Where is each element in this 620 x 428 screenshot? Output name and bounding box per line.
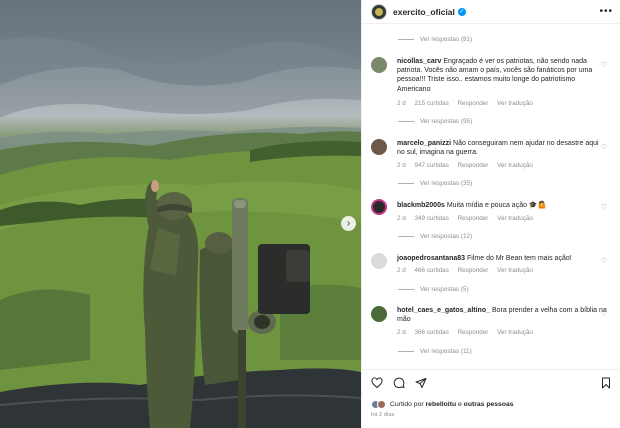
replies-divider	[398, 183, 414, 184]
reply-button[interactable]: Responder	[458, 162, 489, 169]
reply-button[interactable]: Responder	[458, 329, 489, 336]
comment-meta: 2 d 349 curtidas Responder Ver tradução	[397, 215, 540, 222]
comment-username[interactable]: hotel_caes_e_gatos_altino_	[397, 307, 490, 314]
emblem-icon	[375, 7, 383, 16]
liked-by-text: Curtido por rebelloitu e outras pessoas	[390, 401, 514, 408]
reply-button[interactable]: Responder	[458, 215, 489, 222]
replies-divider	[398, 236, 414, 237]
comment-bubble-icon[interactable]	[393, 377, 405, 389]
comment-likes[interactable]: 947 curtidas	[415, 162, 449, 169]
liker-avatar	[377, 400, 386, 409]
replies-divider	[398, 351, 414, 352]
view-replies-button[interactable]: Ver respostas (11)	[398, 348, 472, 355]
liked-by-others[interactable]: outras pessoas	[464, 401, 514, 408]
reply-button[interactable]: Responder	[458, 267, 489, 274]
comment-likes[interactable]: 466 curtidas	[415, 267, 449, 274]
post-media[interactable]: ›	[0, 0, 361, 428]
post-actions-bar: Curtido por rebelloitu e outras pessoas …	[362, 369, 620, 428]
comment-meta: 2 d 947 curtidas Responder Ver tradução	[397, 162, 540, 169]
comment-avatar[interactable]	[371, 139, 387, 155]
comment-text-block: nicollas_carv Engraçado é ver os patriot…	[397, 57, 607, 94]
like-heart-icon[interactable]	[371, 377, 383, 389]
comment-text: Muita mídia e pouca ação 🎓🤷	[446, 202, 547, 209]
liked-by-summary[interactable]: Curtido por rebelloitu e outras pessoas	[371, 400, 514, 409]
comments-list[interactable]: Ver respostas (81) nicollas_carv Engraça…	[362, 25, 620, 368]
view-replies-label: Ver respostas (12)	[420, 233, 473, 240]
share-send-icon[interactable]	[415, 377, 427, 389]
translate-button[interactable]: Ver tradução	[497, 100, 533, 107]
view-replies-label: Ver respostas (11)	[420, 348, 472, 355]
view-replies-label: Ver respostas (5)	[420, 286, 469, 293]
instagram-post: › exercito_oficial ✓ ••• Ver respostas (…	[0, 0, 620, 428]
like-comment-heart-icon[interactable]: ♡	[601, 143, 607, 151]
replies-divider	[398, 121, 414, 122]
comment-age: 2 d	[397, 162, 406, 169]
view-replies-label: Ver respostas (81)	[420, 36, 473, 43]
translate-button[interactable]: Ver tradução	[497, 329, 533, 336]
view-replies-button[interactable]: Ver respostas (95)	[398, 118, 472, 125]
comment-avatar[interactable]	[371, 253, 387, 269]
comment-username[interactable]: joaopedrosantana83	[397, 255, 465, 262]
liked-by-and: e	[458, 401, 462, 408]
comment-username[interactable]: nicollas_carv	[397, 58, 441, 65]
post-side-panel: exercito_oficial ✓ ••• Ver respostas (81…	[361, 0, 620, 428]
post-timestamp: há 2 dias	[371, 412, 395, 418]
verified-badge-icon: ✓	[457, 7, 466, 16]
view-replies-button[interactable]: Ver respostas (5)	[398, 286, 469, 293]
comment-age: 2 d	[397, 215, 406, 222]
next-media-button[interactable]: ›	[341, 216, 356, 231]
comment-meta: 2 d 215 curtidas Responder Ver tradução	[397, 100, 540, 107]
view-replies-button[interactable]: Ver respostas (12)	[398, 233, 472, 240]
comment-likes[interactable]: 366 curtidas	[415, 329, 449, 336]
replies-divider	[398, 39, 414, 40]
comment-likes[interactable]: 349 curtidas	[415, 215, 449, 222]
post-header: exercito_oficial ✓ •••	[362, 0, 620, 24]
translate-button[interactable]: Ver tradução	[497, 215, 533, 222]
comment-text-block: blackmb2000s Muita mídia e pouca ação 🎓🤷	[397, 201, 607, 210]
like-comment-heart-icon[interactable]: ♡	[601, 61, 607, 69]
reply-button[interactable]: Responder	[458, 100, 489, 107]
author-username[interactable]: exercito_oficial	[393, 7, 455, 17]
like-comment-heart-icon[interactable]: ♡	[601, 257, 607, 265]
replies-divider	[398, 289, 414, 290]
comment-avatar[interactable]	[371, 199, 387, 215]
comment-avatar[interactable]	[371, 57, 387, 73]
chevron-right-icon: ›	[346, 217, 351, 229]
post-photo	[0, 0, 361, 428]
action-icons	[371, 377, 427, 389]
comment-text-block: hotel_caes_e_gatos_altino_ Bora prender …	[397, 306, 607, 324]
translate-button[interactable]: Ver tradução	[497, 162, 533, 169]
view-replies-button[interactable]: Ver respostas (81)	[398, 36, 472, 43]
comment-meta: 2 d 366 curtidas Responder Ver tradução	[397, 329, 540, 336]
translate-button[interactable]: Ver tradução	[497, 267, 533, 274]
view-replies-label: Ver respostas (35)	[420, 180, 473, 187]
comment-age: 2 d	[397, 329, 406, 336]
comment-text-block: marcelo_panizzi Não conseguiram nem ajud…	[397, 139, 607, 157]
view-replies-label: Ver respostas (95)	[420, 118, 473, 125]
comment-username[interactable]: marcelo_panizzi	[397, 140, 451, 147]
comment-username[interactable]: blackmb2000s	[397, 202, 445, 209]
more-options-button[interactable]: •••	[599, 6, 613, 17]
comment-text-block: joaopedrosantana83 Filme do Mr Bean tem …	[397, 254, 607, 263]
author-avatar[interactable]	[371, 3, 387, 20]
like-comment-heart-icon[interactable]: ♡	[601, 203, 607, 211]
save-bookmark-icon[interactable]	[600, 377, 612, 389]
liked-by-prefix: Curtido por	[390, 401, 424, 408]
comment-meta: 2 d 466 curtidas Responder Ver tradução	[397, 267, 540, 274]
comment-text: Filme do Mr Bean tem mais ação!	[467, 255, 572, 262]
liked-by-user[interactable]: rebelloitu	[426, 401, 457, 408]
comment-likes[interactable]: 215 curtidas	[415, 100, 449, 107]
like-comment-heart-icon[interactable]: ♡	[601, 310, 607, 318]
comment-age: 2 d	[397, 100, 406, 107]
view-replies-button[interactable]: Ver respostas (35)	[398, 180, 472, 187]
comment-age: 2 d	[397, 267, 406, 274]
comment-avatar[interactable]	[371, 306, 387, 322]
